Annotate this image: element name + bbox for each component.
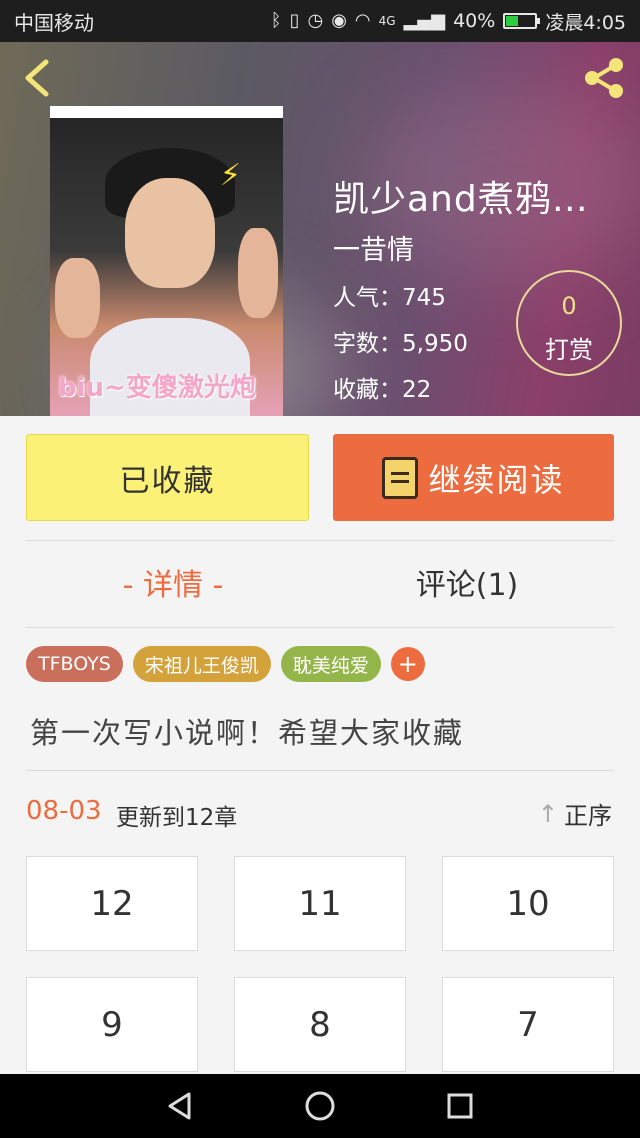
- divider: [26, 770, 614, 771]
- sort-button[interactable]: ↑ 正序: [538, 796, 612, 831]
- book-cover[interactable]: ⚡ biu~变傻激光炮: [50, 106, 283, 416]
- back-button[interactable]: [18, 56, 58, 100]
- sort-label: 正序: [564, 802, 612, 830]
- cover-figure-face: [125, 178, 215, 288]
- tag-chip[interactable]: TFBOYS: [26, 646, 123, 682]
- tag-chip[interactable]: 宋祖儿王俊凯: [132, 646, 271, 682]
- square-recents-icon: [447, 1093, 473, 1119]
- word-count-stat: 字数：5,950: [333, 331, 468, 357]
- reward-label: 打赏: [545, 336, 593, 364]
- book-author[interactable]: 一昔情: [333, 228, 414, 267]
- chapter-button[interactable]: 12: [26, 856, 198, 951]
- signal-icon: ▂▄▆: [403, 10, 446, 31]
- collected-button[interactable]: 已收藏: [26, 434, 309, 521]
- eye-icon: ◉: [331, 10, 347, 31]
- arrow-up-icon: ↑: [537, 799, 558, 828]
- reward-button[interactable]: 0 打赏: [516, 270, 622, 376]
- vibrate-icon: ▯: [289, 10, 300, 31]
- collected-label: 已收藏: [119, 463, 216, 499]
- book-header: ⚡ biu~变傻激光炮 凯少and煮鸦… 一昔情 人气：745 字数：5,950…: [0, 42, 640, 416]
- continue-reading-button[interactable]: 继续阅读: [333, 434, 614, 521]
- carrier-name: 中国移动: [14, 10, 94, 35]
- triangle-back-icon: [168, 1092, 191, 1120]
- nav-home-button[interactable]: [300, 1086, 340, 1126]
- reward-count: 0: [561, 292, 577, 320]
- tag-chip[interactable]: 耽美纯爱: [280, 646, 381, 682]
- cover-image: ⚡ biu~变傻激光炮: [50, 118, 283, 416]
- book-intro: 第一次写小说啊！希望大家收藏: [30, 716, 465, 750]
- nav-back-button[interactable]: [160, 1086, 200, 1126]
- add-tag-button[interactable]: +: [390, 647, 425, 681]
- battery-percent: 40%: [453, 10, 496, 32]
- wifi-icon: ◠: [354, 10, 371, 31]
- chapter-button[interactable]: 8: [234, 977, 406, 1072]
- circle-home-icon: [305, 1091, 335, 1121]
- bluetooth-icon: ᛒ: [270, 10, 282, 31]
- chevron-left-icon: [25, 59, 49, 97]
- continue-reading-label: 继续阅读: [428, 460, 565, 499]
- chapter-button[interactable]: 9: [26, 977, 198, 1072]
- status-icons: ᛒ ▯ ◷ ◉ ◠ 4G ▂▄▆ 40% 凌晨4:05: [271, 8, 626, 35]
- tab-comments[interactable]: 评论(1): [320, 560, 614, 604]
- status-bar: 中国移动 ᛒ ▯ ◷ ◉ ◠ 4G ▂▄▆ 40% 凌晨4:05: [0, 0, 640, 42]
- update-date: 08-03: [26, 796, 102, 826]
- battery-icon: [503, 13, 541, 29]
- share-button[interactable]: [580, 54, 628, 102]
- system-nav-bar: [0, 1074, 640, 1138]
- favorites-stat: 收藏：22: [333, 377, 432, 403]
- chapter-button[interactable]: 10: [442, 856, 614, 951]
- clock: 凌晨4:05: [545, 11, 626, 34]
- nav-recents-button[interactable]: [440, 1086, 480, 1126]
- book-title: 凯少and煮鸦…: [333, 179, 589, 220]
- chapter-button[interactable]: 7: [442, 977, 614, 1072]
- tag-list: TFBOYS 宋祖儿王俊凯 耽美纯爱 +: [26, 646, 425, 682]
- tab-detail[interactable]: - 详情 -: [26, 560, 320, 604]
- alarm-icon: ◷: [307, 10, 324, 31]
- update-text: 更新到12章: [116, 805, 238, 831]
- divider: [26, 627, 614, 628]
- cover-figure-hand: [55, 258, 100, 338]
- share-icon: [585, 58, 623, 98]
- cover-caption: biu~变傻激光炮: [58, 373, 256, 403]
- battery-fill: [506, 16, 519, 26]
- popularity-stat: 人气：745: [333, 285, 446, 311]
- book-icon: [382, 456, 419, 499]
- chapter-button[interactable]: 11: [234, 856, 406, 951]
- chapter-grid: 12 11 10 9 8 7: [26, 856, 614, 1072]
- divider: [26, 540, 614, 541]
- cover-figure-hand: [238, 228, 278, 318]
- lightning-icon: ⚡: [219, 158, 241, 193]
- network-type: 4G: [378, 14, 396, 28]
